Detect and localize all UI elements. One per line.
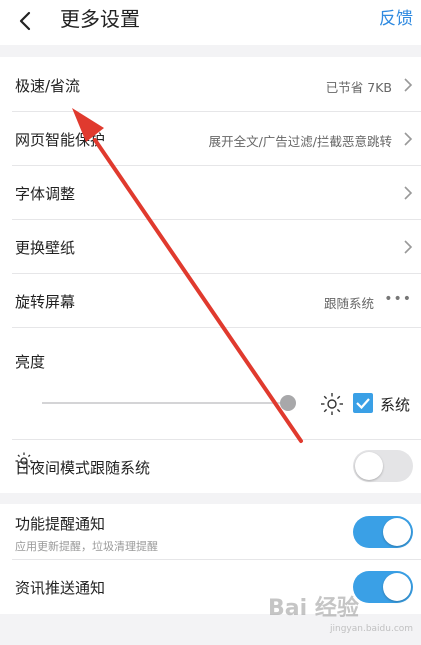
more-options-icon[interactable]: ••• <box>384 291 412 307</box>
row-font-adjust[interactable]: 字体调整 <box>0 166 421 220</box>
brightness-label: 亮度 <box>15 353 46 371</box>
news-push-toggle[interactable] <box>353 571 413 603</box>
feature-reminder-toggle[interactable] <box>353 516 413 548</box>
checkmark-icon <box>356 398 370 410</box>
chevron-right-icon <box>404 78 413 92</box>
system-brightness-label: 系统 <box>380 396 411 414</box>
smart-protection-label: 网页智能保护 <box>15 131 106 149</box>
brightness-slider-thumb[interactable] <box>279 395 296 411</box>
chevron-right-icon <box>404 186 413 200</box>
watermark-url: jingyan.baidu.com <box>330 624 414 634</box>
feature-reminder-label: 功能提醒通知 <box>15 515 106 533</box>
wallpaper-label: 更换壁纸 <box>15 239 76 257</box>
row-wallpaper[interactable]: 更换壁纸 <box>0 220 421 274</box>
row-rotate-screen[interactable]: 旋转屏幕 跟随系统 ••• <box>0 274 421 328</box>
night-mode-toggle[interactable] <box>353 450 413 482</box>
feature-reminder-subtitle: 应用更新提醒，垃圾清理提醒 <box>15 540 158 553</box>
chevron-right-icon <box>404 240 413 254</box>
speed-saving-label: 极速/省流 <box>15 77 81 95</box>
font-adjust-label: 字体调整 <box>15 185 76 203</box>
row-night-mode[interactable]: 日夜间模式跟随系统 <box>0 440 421 493</box>
toggle-knob <box>355 452 383 480</box>
news-push-label: 资讯推送通知 <box>15 579 106 597</box>
rotate-screen-label: 旋转屏幕 <box>15 293 76 311</box>
watermark-logo: Bai 经验 <box>268 596 359 621</box>
saved-data-value: 已节省 7KB <box>325 80 392 95</box>
night-mode-label: 日夜间模式跟随系统 <box>15 459 151 477</box>
back-arrow-icon[interactable] <box>15 10 35 32</box>
system-brightness-checkbox[interactable] <box>353 393 373 413</box>
header: 更多设置 反馈 <box>0 0 421 45</box>
toggle-knob <box>383 573 411 601</box>
smart-protection-value: 展开全文/广告过滤/拦截恶意跳转 <box>208 134 392 149</box>
chevron-right-icon <box>404 132 413 146</box>
divider <box>12 327 421 328</box>
toggle-knob <box>383 518 411 546</box>
brightness-slider-track[interactable] <box>42 402 293 404</box>
rotate-screen-value: 跟随系统 <box>323 296 374 311</box>
row-speed-saving[interactable]: 极速/省流 已节省 7KB <box>0 57 421 112</box>
row-smart-protection[interactable]: 网页智能保护 展开全文/广告过滤/拦截恶意跳转 <box>0 112 421 166</box>
feedback-button[interactable]: 反馈 <box>379 7 413 31</box>
brightness-high-icon <box>321 393 343 415</box>
page-title: 更多设置 <box>60 7 140 31</box>
row-feature-reminder[interactable]: 功能提醒通知 应用更新提醒，垃圾清理提醒 <box>0 504 421 560</box>
settings-group-main: 极速/省流 已节省 7KB 网页智能保护 展开全文/广告过滤/拦截恶意跳转 字体… <box>0 57 421 493</box>
